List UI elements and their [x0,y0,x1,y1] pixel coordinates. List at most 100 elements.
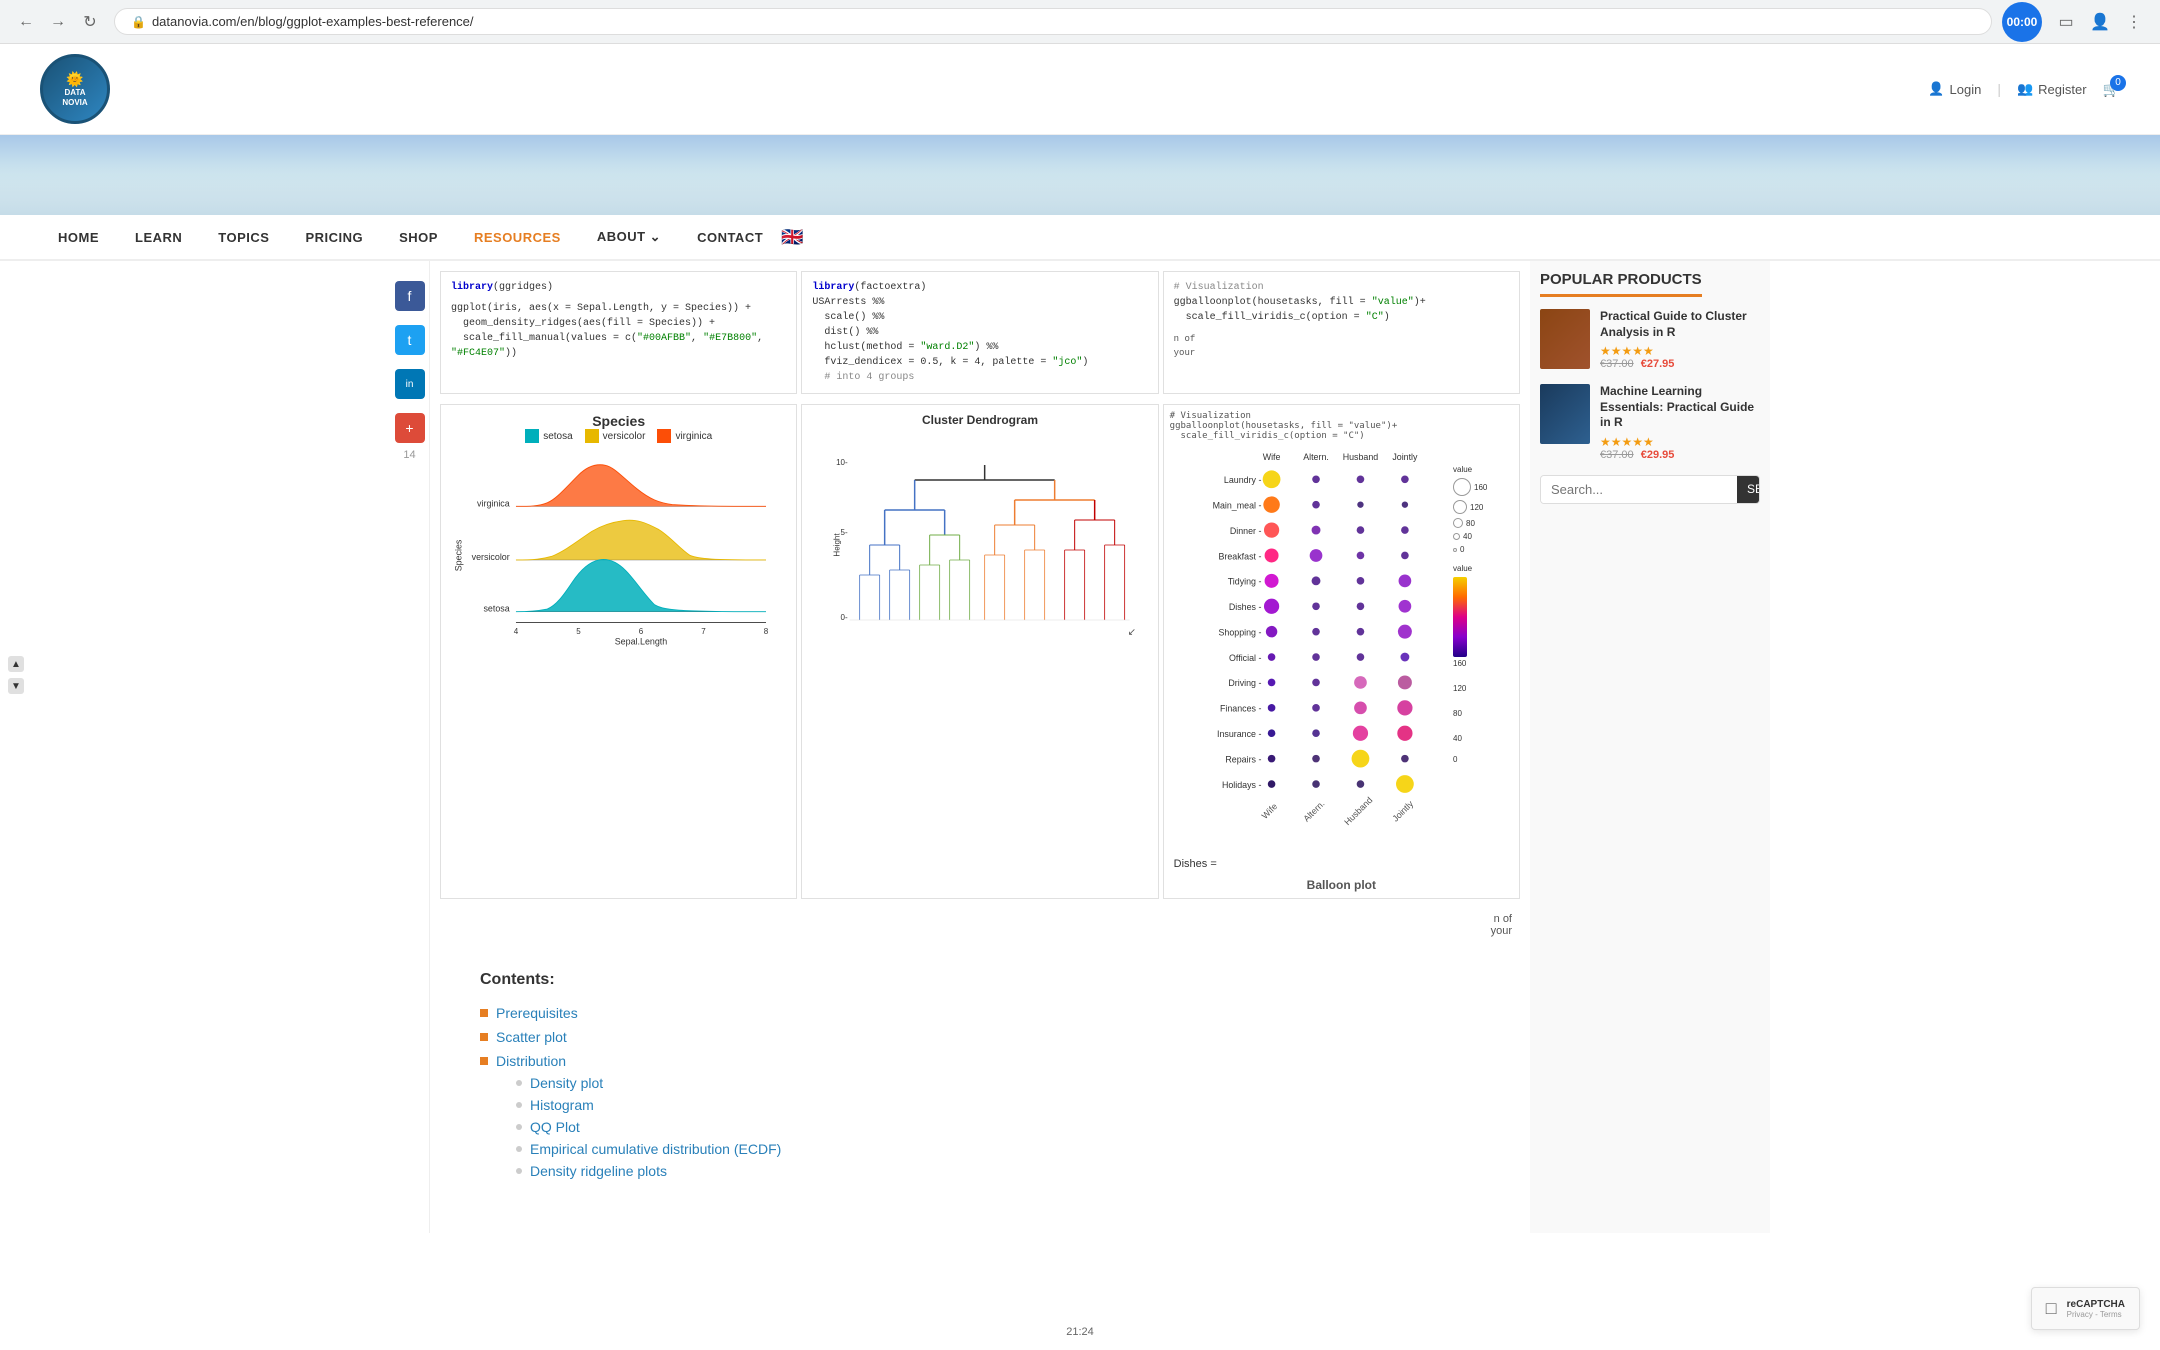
link-ecdf[interactable]: Empirical cumulative distribution (ECDF) [530,1141,781,1157]
nav-about[interactable]: ABOUT ⌄ [579,215,679,259]
svg-text:0-: 0- [841,613,848,622]
main-content: f t in + 14 library(ggridges) ggplot(iri… [390,261,1770,1233]
product-price-2: €37.00 €29.95 [1600,449,1760,461]
extensions-button[interactable]: ▭ [2052,8,2080,36]
product-info-2: Machine Learning Essentials: Practical G… [1600,384,1760,461]
profile-button[interactable]: 👤 [2086,8,2114,36]
forward-button[interactable]: → [44,8,72,36]
googleplus-icon[interactable]: + [395,413,425,443]
link-ridgeline[interactable]: Density ridgeline plots [530,1163,667,1179]
virginica-label: virginica [675,431,712,442]
popular-products-section: POPULAR PRODUCTS Practical Guide to Clus… [1540,271,1760,504]
legend-setosa: setosa [525,429,572,443]
svg-text:Wife: Wife [1259,801,1279,821]
nav-resources[interactable]: RESOURCES [456,216,579,259]
link-histogram[interactable]: Histogram [530,1097,594,1113]
menu-button[interactable]: ⋮ [2120,8,2148,36]
svg-text:Insurance -: Insurance - [1217,729,1261,739]
search-input[interactable] [1541,476,1737,503]
balloon-svg: Wife Altern. Husband Jointly Laundry - [1170,445,1449,851]
svg-text:Altern.: Altern. [1303,452,1329,462]
link-prerequisites[interactable]: Prerequisites [496,1005,578,1021]
svg-text:Sepal.Length: Sepal.Length [615,637,668,647]
link-scatter[interactable]: Scatter plot [496,1029,567,1045]
lock-icon: 🔒 [131,15,146,29]
timer-badge: 00:00 [2002,2,2042,42]
nav-home[interactable]: HOME [40,216,117,259]
svg-text:4: 4 [514,627,519,636]
svg-text:Husband: Husband [1342,452,1378,462]
cart-button[interactable]: 🛒 0 [2103,81,2120,98]
svg-text:Finances -: Finances - [1220,704,1261,714]
svg-text:Repairs -: Repairs - [1225,754,1261,764]
nav-shop[interactable]: SHOP [381,216,456,259]
product-item-2[interactable]: Machine Learning Essentials: Practical G… [1540,384,1760,461]
svg-text:Holidays -: Holidays - [1222,780,1262,790]
svg-text:7: 7 [701,627,706,636]
person-icon: 👤 [1928,81,1944,97]
charts-row: Species setosa versicolor [440,404,1520,899]
svg-text:Jointly: Jointly [1392,452,1418,462]
link-density[interactable]: Density plot [530,1075,603,1091]
legend-virginica: virginica [657,429,712,443]
svg-text:Laundry -: Laundry - [1224,475,1262,485]
svg-text:Jointly: Jointly [1390,798,1415,823]
nav-pricing[interactable]: PRICING [287,216,381,259]
sublist-item-qq: QQ Plot [516,1119,781,1135]
language-flag[interactable]: 🇬🇧 [781,227,803,248]
svg-text:Shopping -: Shopping - [1218,627,1261,637]
setosa-label: setosa [543,431,572,442]
list-item-prerequisites: Prerequisites [480,1005,1480,1021]
link-distribution[interactable]: Distribution [496,1053,566,1069]
recaptcha-label: reCAPTCHA Privacy - Terms [2067,1299,2125,1319]
cart-badge: 0 [2110,75,2126,91]
facebook-icon[interactable]: f [395,281,425,311]
back-button[interactable]: ← [12,8,40,36]
address-bar[interactable]: 🔒 datanovia.com/en/blog/ggplot-examples-… [114,8,1992,35]
bullet-distribution [480,1057,488,1065]
product-item-1[interactable]: Practical Guide to Cluster Analysis in R… [1540,309,1760,370]
scroll-indicator: ▲ ▼ [8,656,24,694]
scroll-down-arrow[interactable]: ▼ [8,678,24,694]
scroll-up-arrow[interactable]: ▲ [8,656,24,672]
price-old-1: €37.00 [1600,358,1634,370]
article-area: library(ggridges) ggplot(iris, aes(x = S… [430,261,1530,1233]
twitter-icon[interactable]: t [395,325,425,355]
right-sidebar: POPULAR PRODUCTS Practical Guide to Clus… [1530,261,1770,1233]
nav-topics[interactable]: TOPICS [200,216,287,259]
svg-text:Wife: Wife [1262,452,1280,462]
svg-text:virginica: virginica [477,498,510,508]
popular-products-title: POPULAR PRODUCTS [1540,271,1702,297]
product-thumb-1 [1540,309,1590,369]
site-logo[interactable]: 🌞 DATA NOVIA [40,54,110,124]
reload-button[interactable]: ↻ [76,8,104,36]
code-blocks-row: library(ggridges) ggplot(iris, aes(x = S… [440,271,1520,394]
svg-text:↙: ↙ [1128,627,1136,638]
register-button[interactable]: 👥 Register [2017,81,2087,97]
product-stars-2: ★★★★★ [1600,435,1760,449]
svg-text:Driving -: Driving - [1228,678,1261,688]
bullet-scatter [480,1033,488,1041]
code-block-1: library(ggridges) ggplot(iris, aes(x = S… [440,271,797,394]
svg-text:Species: Species [454,539,464,571]
sublist-item-density: Density plot [516,1075,781,1091]
site-header: 🌞 DATA NOVIA 👤 Login | 👥 Register 🛒 0 [0,44,2160,135]
logo-area: 🌞 DATA NOVIA [40,54,110,124]
linkedin-icon[interactable]: in [395,369,425,399]
login-button[interactable]: 👤 Login [1928,81,1981,97]
bullet-density [516,1080,522,1086]
hero-banner [0,135,2160,215]
browser-time: 21:24 [1058,1324,1102,1340]
versicolor-label: versicolor [603,431,646,442]
search-button[interactable]: SEARCH [1737,476,1760,503]
search-box: SEARCH [1540,475,1760,504]
svg-text:Dinner -: Dinner - [1230,526,1262,536]
code-block-3: # Visualization ggballoonplot(housetasks… [1163,271,1520,394]
browser-actions: ▭ 👤 ⋮ [2052,8,2148,36]
product-name-1: Practical Guide to Cluster Analysis in R [1600,309,1760,340]
svg-text:setosa: setosa [483,604,509,614]
nav-learn[interactable]: LEARN [117,216,200,259]
sublist-item-ecdf: Empirical cumulative distribution (ECDF) [516,1141,781,1157]
nav-contact[interactable]: CONTACT [679,216,781,259]
link-qq[interactable]: QQ Plot [530,1119,580,1135]
